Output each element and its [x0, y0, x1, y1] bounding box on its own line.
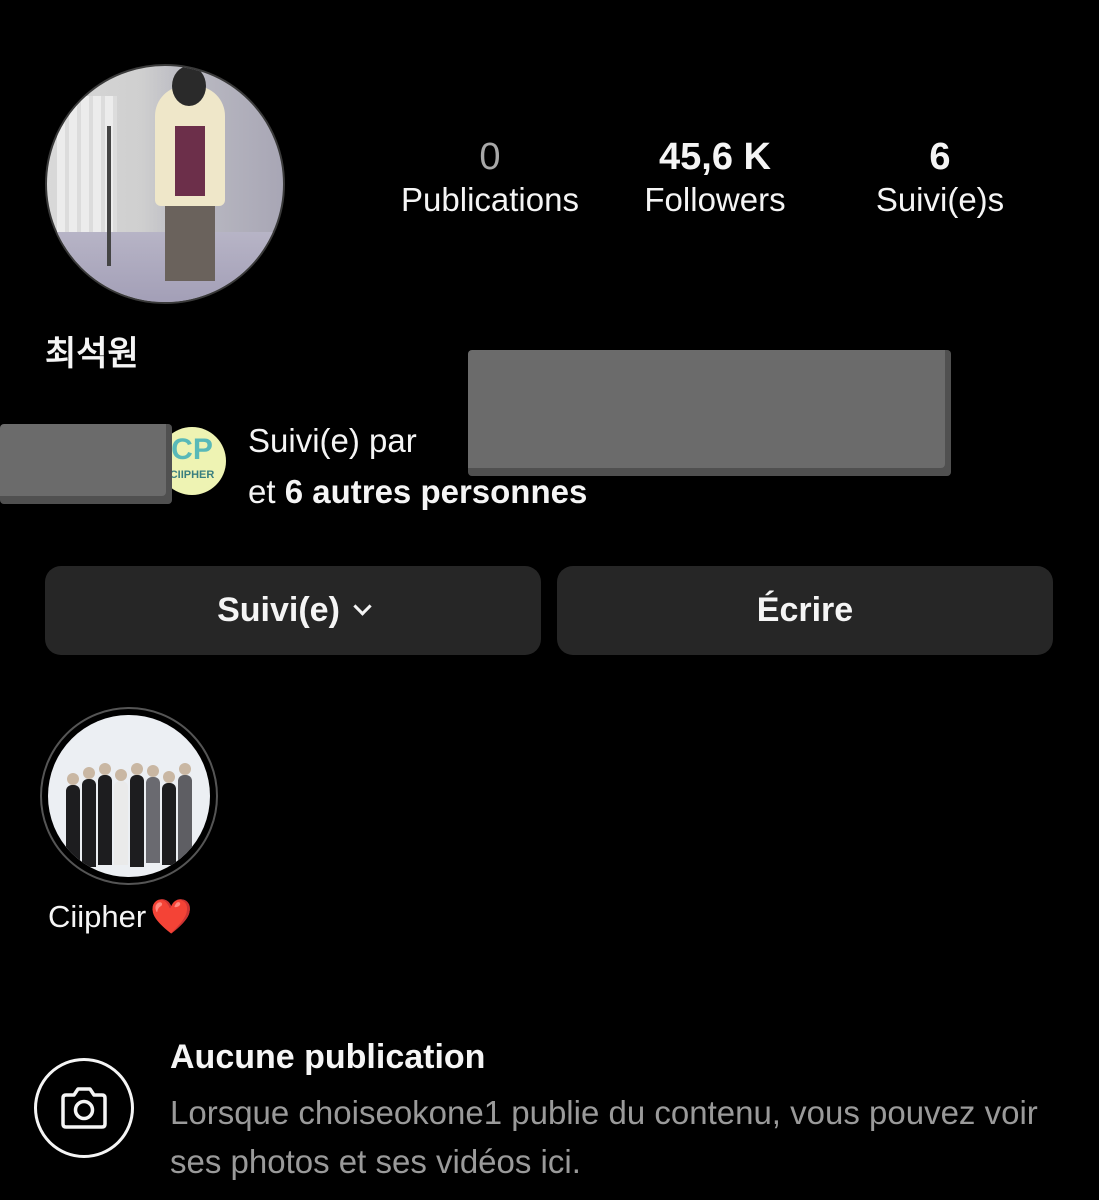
stat-posts-label: Publications	[401, 181, 579, 218]
profile-display-name: 최석원	[45, 334, 139, 374]
camera-icon-glyph	[61, 1087, 107, 1129]
stat-following[interactable]: 6 Suivi(e)s	[830, 134, 1050, 220]
stat-following-label: Suivi(e)s	[875, 181, 1005, 218]
avatar-photo-stand	[107, 126, 111, 266]
followed-by-prefix: et	[248, 473, 285, 510]
following-button-label: Suivi(e)	[217, 591, 340, 629]
following-button[interactable]: Suivi(e)	[45, 566, 541, 655]
story-highlight-label: Ciipher	[48, 899, 147, 934]
stat-posts[interactable]: 0 Publications	[380, 134, 600, 220]
stat-followers-label: Followers	[644, 181, 786, 218]
story-highlight-cover	[48, 715, 210, 877]
followed-by-count: 6 autres personnes	[284, 473, 588, 510]
empty-state-description: Lorsque choiseokone1 publie du contenu, …	[170, 1094, 1038, 1180]
empty-state-title: Aucune publication	[170, 1038, 486, 1076]
redaction-block-left	[0, 424, 172, 504]
stat-posts-value: 0	[479, 136, 501, 178]
story-highlight[interactable]	[40, 707, 218, 885]
avatar-photo-head	[172, 66, 206, 106]
message-button-label: Écrire	[756, 591, 854, 629]
camera-icon	[34, 1058, 134, 1158]
message-button[interactable]: Écrire	[557, 566, 1053, 655]
highlight-group-photo	[56, 763, 202, 875]
redaction-block-top	[468, 350, 951, 476]
heart-icon: ❤️	[150, 897, 193, 937]
followed-by-text[interactable]: Suivi(e) par	[248, 422, 417, 460]
chevron-down-icon	[353, 597, 372, 616]
avatar-photo-shirt	[175, 126, 205, 196]
followed-by-others[interactable]: et 6 autres personnes	[248, 473, 587, 511]
avatar-photo-legs	[165, 201, 215, 281]
stat-followers-value: 45,6 K	[659, 136, 771, 178]
stat-followers[interactable]: 45,6 K Followers	[605, 134, 825, 220]
story-highlight-label-row[interactable]: Ciipher ❤️	[48, 897, 193, 937]
stat-following-value: 6	[929, 136, 951, 178]
profile-avatar[interactable]	[45, 64, 285, 304]
